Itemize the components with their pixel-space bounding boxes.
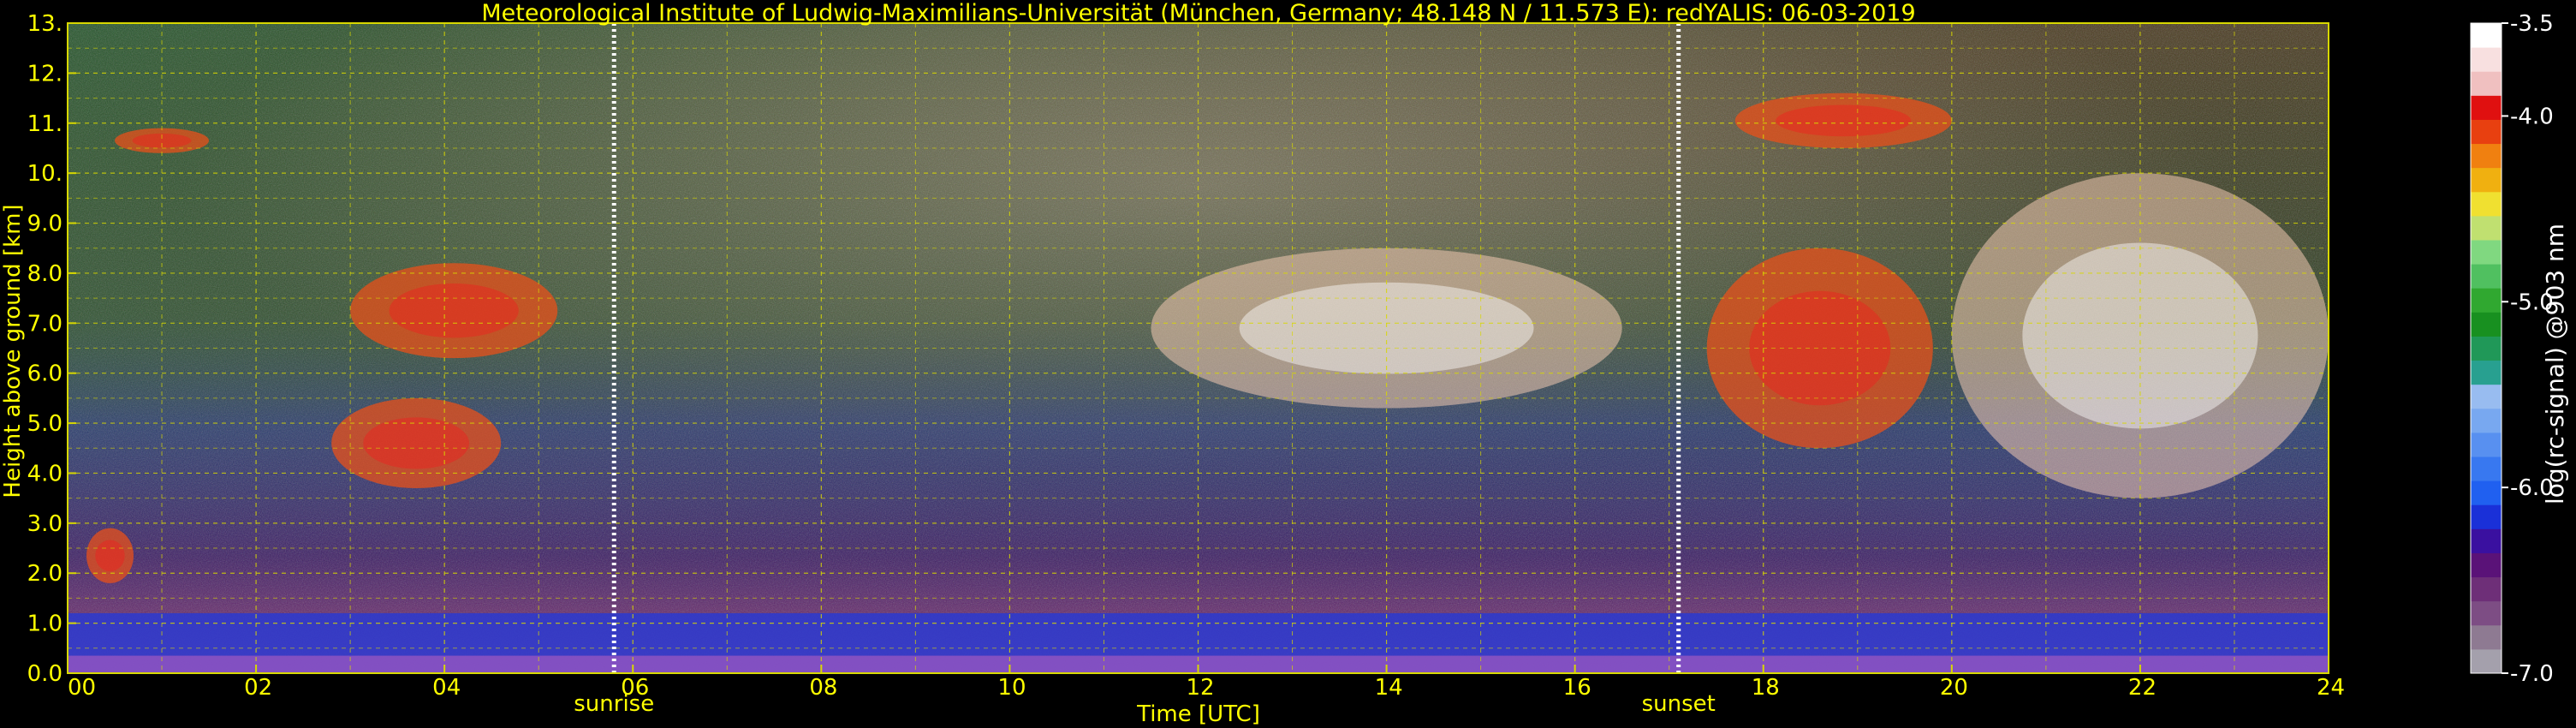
colorbar-swatch bbox=[2471, 264, 2502, 289]
lidar-chart: sunrise sunset 00 02 04 06 08 10 12 14 16 18 20 22 24… bbox=[0, 0, 2569, 727]
colorbar-swatch bbox=[2471, 456, 2502, 481]
colorbar-swatch bbox=[2471, 215, 2502, 241]
colorbar-swatch bbox=[2471, 600, 2502, 626]
colorbar-swatch bbox=[2471, 480, 2502, 505]
colorbar-swatch bbox=[2471, 504, 2502, 529]
y-tick-label: 0.0 bbox=[27, 661, 62, 687]
y-tick-label: 10. bbox=[27, 161, 62, 187]
colorbar-swatch bbox=[2471, 360, 2502, 385]
colorbar-swatch bbox=[2471, 624, 2502, 650]
y-tick-label: 6.0 bbox=[27, 361, 62, 387]
feature-core-3 bbox=[95, 540, 125, 572]
y-tick-label: 7.0 bbox=[27, 311, 62, 337]
y-tick-label: 3.0 bbox=[27, 511, 62, 537]
x-tick-label: 14 bbox=[1375, 675, 1403, 701]
feature-core-2 bbox=[389, 283, 519, 338]
colorbar-swatch bbox=[2471, 47, 2502, 72]
colorbar-swatch bbox=[2471, 95, 2502, 120]
x-tick-label: 02 bbox=[244, 675, 272, 701]
y-tick-label: 4.0 bbox=[27, 461, 62, 486]
colorbar-swatch bbox=[2471, 648, 2502, 674]
y-tick-label: 8.0 bbox=[27, 261, 62, 287]
feature-core-7 bbox=[1776, 104, 1912, 137]
x-tick-label: 12 bbox=[1187, 675, 1215, 701]
colorbar-swatch bbox=[2471, 167, 2502, 193]
y-tick-label: 9.0 bbox=[27, 212, 62, 237]
colorbar-swatch bbox=[2471, 143, 2502, 169]
colorbar-tick-label: -3.5 bbox=[2510, 11, 2554, 37]
x-tick-label: 20 bbox=[1940, 675, 1968, 701]
x-tick-label: 08 bbox=[809, 675, 837, 701]
x-axis-label: Time [UTC] bbox=[1136, 701, 1260, 727]
y-axis-label: Height above ground [km] bbox=[0, 204, 26, 498]
marker-label-sunset: sunset bbox=[1642, 691, 1716, 717]
y-tick-label: 13. bbox=[27, 11, 62, 37]
colorbar-swatch bbox=[2471, 432, 2502, 457]
colorbar-swatch bbox=[2471, 552, 2502, 578]
feature-core-1 bbox=[363, 417, 470, 469]
colorbar-swatch bbox=[2471, 528, 2502, 553]
x-tick-label: 00 bbox=[68, 675, 96, 701]
colorbar-swatch bbox=[2471, 240, 2502, 265]
x-tick-label: 10 bbox=[997, 675, 1026, 701]
colorbar-tick-label: -4.0 bbox=[2510, 104, 2554, 129]
colorbar-swatch bbox=[2471, 384, 2502, 409]
colorbar-swatch bbox=[2471, 312, 2502, 337]
colorbar-swatch bbox=[2471, 191, 2502, 217]
colorbar-swatch bbox=[2471, 408, 2502, 433]
x-tick-label: 16 bbox=[1563, 675, 1591, 701]
colorbar-swatch bbox=[2471, 23, 2502, 48]
colorbar-tick-label: -7.0 bbox=[2510, 661, 2554, 687]
x-tick-label: 22 bbox=[2128, 675, 2157, 701]
colorbar-label: log(rc-signal) @903 nm bbox=[2541, 224, 2569, 504]
x-tick-label: 18 bbox=[1752, 675, 1780, 701]
y-tick-label: 11. bbox=[27, 111, 62, 137]
colorbar-swatch bbox=[2471, 288, 2502, 313]
x-tick-label: 06 bbox=[621, 675, 649, 701]
colorbar-swatch bbox=[2471, 71, 2502, 96]
y-tick-label: 2.0 bbox=[27, 561, 62, 587]
colorbar-swatch bbox=[2471, 576, 2502, 602]
y-tick-label: 5.0 bbox=[27, 411, 62, 437]
colorbar-swatch bbox=[2471, 336, 2502, 361]
y-tick-label: 12. bbox=[27, 61, 62, 87]
x-tick-label: 04 bbox=[432, 675, 461, 701]
chart-title: Meteorological Institute of Ludwig-Maxim… bbox=[481, 0, 1915, 27]
y-tick-label: 1.0 bbox=[27, 612, 62, 637]
x-tick-label: 24 bbox=[2317, 675, 2345, 701]
colorbar-swatch bbox=[2471, 119, 2502, 145]
